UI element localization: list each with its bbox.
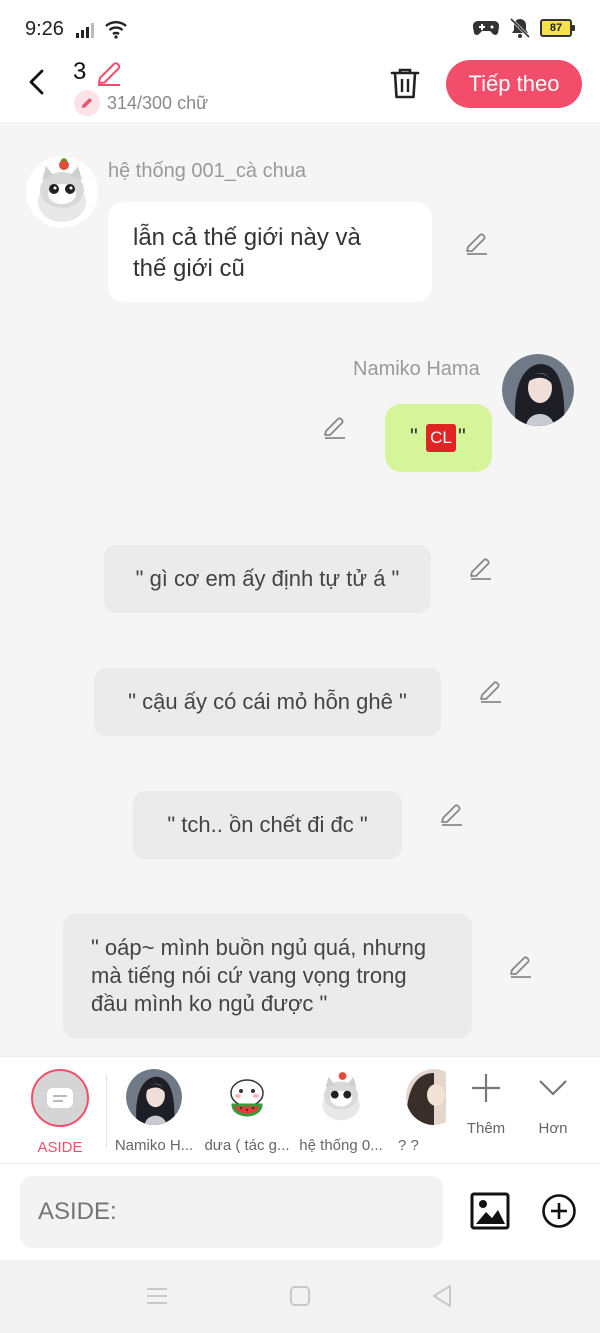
- edit-message-icon[interactable]: [508, 953, 534, 979]
- avatar-cat[interactable]: [26, 156, 98, 228]
- edit-message-icon[interactable]: [468, 555, 494, 581]
- character-label: ASIDE: [37, 1139, 83, 1156]
- character-he-thong[interactable]: hệ thống 0...: [296, 1069, 386, 1154]
- avatar-namiko: [126, 1069, 182, 1125]
- aside-line: " oáp~ mình buồn ngủ quá, nhưng: [91, 935, 427, 960]
- character-label: Namiko H...: [114, 1137, 194, 1154]
- cl-emoji-icon: CL: [426, 424, 456, 452]
- input-row: [0, 1164, 600, 1260]
- status-bar: 9:26 87: [0, 0, 600, 56]
- add-label: Thêm: [466, 1120, 506, 1137]
- sender-name: Namiko Hama: [353, 358, 480, 380]
- menu-icon[interactable]: [146, 1286, 168, 1306]
- edit-message-icon[interactable]: [478, 678, 504, 704]
- plus-icon: [472, 1074, 500, 1102]
- add-character-button[interactable]: Thêm: [456, 1071, 516, 1137]
- next-button[interactable]: Tiếp theo: [446, 60, 582, 108]
- word-count: 314/300 chữ: [107, 93, 209, 113]
- character-dua[interactable]: dưa ( tác g...: [202, 1069, 292, 1154]
- navigation-bar: [0, 1260, 600, 1333]
- character-label: dưa ( tác g...: [204, 1137, 290, 1154]
- sender-name: hệ thống 001_cà chua: [108, 160, 306, 182]
- message-input[interactable]: [20, 1176, 443, 1248]
- wifi-icon: [105, 21, 127, 39]
- aside-bubble[interactable]: " tch.. ồn chết đi đc ": [133, 791, 402, 859]
- status-time: 9:26: [25, 18, 64, 40]
- aside-line: đầu mình ko ngủ được ": [91, 991, 328, 1016]
- quote-close: ": [458, 424, 466, 449]
- message-line: thế giới cũ: [133, 255, 245, 282]
- message-bubble-green[interactable]: " CL ": [385, 404, 492, 472]
- chat-area: hệ thống 001_cà chua lẫn cả thế giới này…: [0, 122, 600, 1056]
- aside-icon: [31, 1069, 89, 1127]
- message-bubble[interactable]: lẫn cả thế giới này và thế giới cũ: [108, 202, 432, 302]
- aside-bubble[interactable]: " cậu ấy có cái mỏ hỗn ghê ": [94, 668, 441, 736]
- add-circle-icon[interactable]: [541, 1193, 577, 1229]
- quote-open: ": [410, 424, 418, 449]
- avatar-watermelon-cat: [219, 1069, 275, 1125]
- battery-icon: 87: [540, 19, 575, 37]
- home-icon[interactable]: [289, 1285, 311, 1307]
- message-line: lẫn cả thế giới này và: [133, 224, 361, 251]
- more-label: Hơn: [538, 1120, 568, 1137]
- avatar-namiko[interactable]: [502, 354, 574, 426]
- image-icon[interactable]: [470, 1192, 510, 1230]
- edit-message-icon[interactable]: [322, 414, 348, 440]
- character-bar: ASIDE Namiko H... dưa (tác g... hệ thốn…: [0, 1056, 600, 1164]
- character-label: ? ?: [398, 1137, 419, 1154]
- trash-icon[interactable]: [389, 66, 421, 100]
- aside-bubble[interactable]: " gì cơ em ấy định tự tử á ": [104, 545, 431, 613]
- mute-bell-icon: [509, 17, 531, 39]
- character-label: hệ thống 0...: [299, 1137, 383, 1154]
- divider: [106, 1075, 107, 1147]
- header: 3 314/300 chữ Tiếp theo: [0, 56, 600, 122]
- chevron-down-icon: [539, 1080, 567, 1096]
- aside-bubble[interactable]: " oáp~ mình buồn ngủ quá, nhưng mà tiếng…: [63, 914, 472, 1038]
- edit-message-icon[interactable]: [439, 801, 465, 827]
- back-triangle-icon[interactable]: [431, 1284, 453, 1308]
- game-controller-icon: [472, 20, 500, 35]
- pencil-icon[interactable]: [95, 59, 123, 87]
- edit-message-icon[interactable]: [464, 230, 490, 256]
- character-unknown[interactable]: ? ?: [376, 1069, 446, 1154]
- character-aside[interactable]: ASIDE: [15, 1069, 105, 1156]
- aside-line: mà tiếng nói cứ vang vọng trong: [91, 963, 407, 988]
- more-button[interactable]: Hơn: [523, 1071, 583, 1137]
- word-count-icon: [74, 90, 100, 116]
- screen: 9:26 87 3 314/300 chữ Tiếp theo hệ thống…: [0, 0, 600, 1333]
- avatar-cat: [313, 1069, 369, 1125]
- signal-icon: [76, 23, 94, 38]
- character-namiko[interactable]: Namiko H...: [109, 1069, 199, 1154]
- avatar-partial: [406, 1069, 446, 1125]
- back-arrow-icon[interactable]: [24, 68, 52, 96]
- chapter-count: 3: [73, 58, 87, 85]
